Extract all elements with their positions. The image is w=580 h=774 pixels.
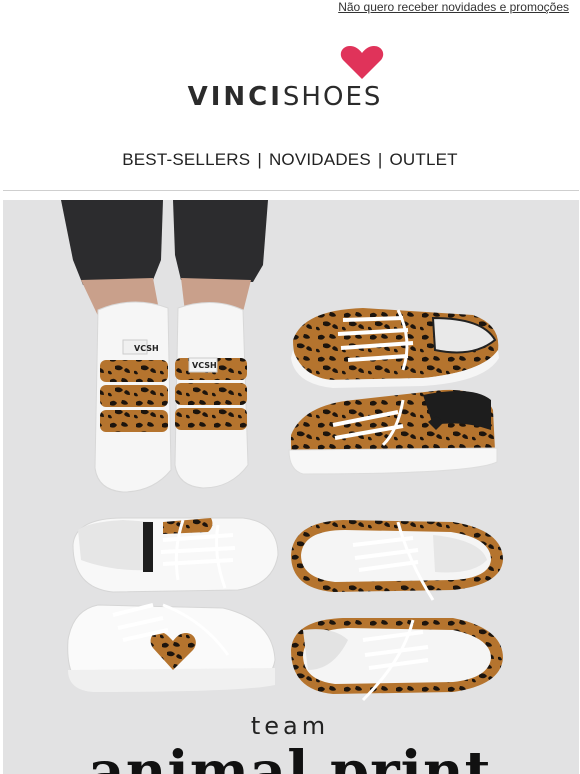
- nav-item-outlet[interactable]: OUTLET: [390, 150, 458, 169]
- sneakers-photo: VCSH VCSH: [61, 200, 503, 702]
- unsubscribe-link[interactable]: Não quero receber novidades e promoções: [338, 0, 569, 14]
- sneaker-perforated-upper: [291, 520, 503, 601]
- left-leg: [61, 200, 163, 285]
- sneaker-leopard-high: [288, 389, 498, 475]
- sneaker-white-heel: [72, 517, 279, 593]
- main-nav: BEST-SELLERS | NOVIDADES | OUTLET: [0, 150, 580, 170]
- brand-name-bold: VINCI: [187, 82, 283, 112]
- nav-item-novidades[interactable]: NOVIDADES: [269, 150, 371, 169]
- sneaker-tag-left: VCSH: [134, 344, 159, 353]
- nav-separator: |: [377, 150, 383, 169]
- brand-wordmark: VINCISHOES: [0, 82, 570, 112]
- sneaker-strap-left: [94, 301, 172, 493]
- hero-headline-small: team: [250, 712, 330, 740]
- right-leg: [173, 200, 268, 282]
- header-divider: [3, 190, 579, 191]
- nav-separator: |: [257, 150, 262, 169]
- sneaker-heart-patch: [67, 603, 276, 692]
- brand-logo[interactable]: VINCISHOES: [0, 44, 580, 114]
- sneaker-tag-right: VCSH: [192, 361, 217, 370]
- sneaker-strap-right: [174, 301, 249, 489]
- hero-headline-large: animal print: [88, 739, 492, 774]
- nav-item-best-sellers[interactable]: BEST-SELLERS: [122, 150, 250, 169]
- sneaker-perforated-lower: [291, 618, 503, 702]
- hero-banner[interactable]: VCSH VCSH: [3, 200, 579, 774]
- heart-icon: [340, 46, 384, 79]
- email-page: Não quero receber novidades e promoções …: [0, 0, 580, 774]
- brand-name-light: SHOES: [282, 82, 383, 112]
- sneaker-leopard-low: [291, 308, 499, 388]
